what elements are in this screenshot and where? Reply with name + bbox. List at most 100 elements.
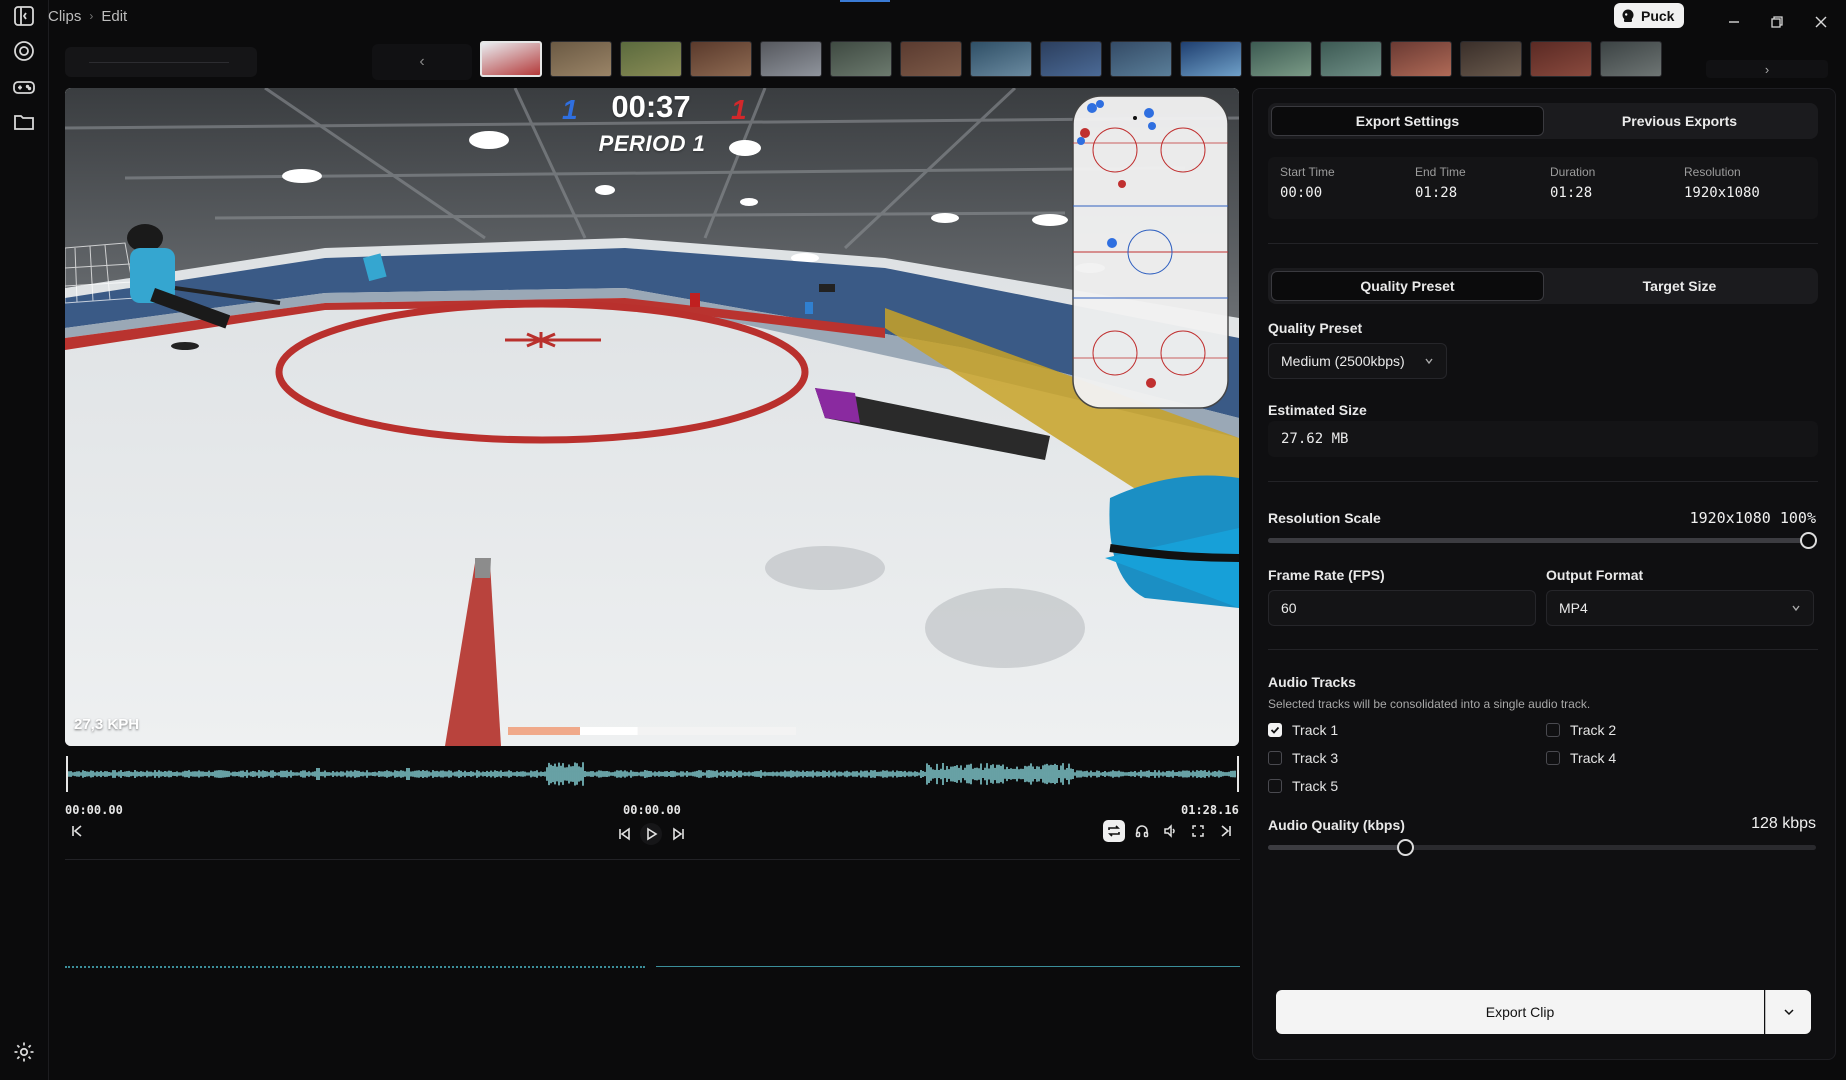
timeline-start-time: 00:00.00 bbox=[65, 803, 123, 817]
clip-name-field[interactable] bbox=[65, 47, 257, 77]
clip-info: Start Time 00:00 End Time 01:28 Duration… bbox=[1268, 157, 1818, 219]
settings-gear-icon[interactable] bbox=[12, 1040, 36, 1064]
track-3-checkbox[interactable]: Track 3 bbox=[1268, 750, 1338, 766]
video-frame bbox=[65, 88, 1239, 746]
tab-previous-exports[interactable]: Previous Exports bbox=[1544, 106, 1815, 136]
user-badge-label: Puck bbox=[1641, 7, 1675, 24]
clip-thumbnail[interactable] bbox=[1250, 41, 1312, 77]
fullscreen-icon[interactable] bbox=[1187, 820, 1209, 842]
user-badge[interactable]: Puck bbox=[1614, 3, 1685, 28]
headphones-icon[interactable] bbox=[1131, 820, 1153, 842]
clip-thumbnail[interactable] bbox=[900, 41, 962, 77]
track-segment[interactable] bbox=[656, 966, 1240, 967]
jump-to-end-icon[interactable] bbox=[1215, 820, 1237, 842]
breadcrumb-current: Edit bbox=[101, 7, 128, 25]
active-indicator bbox=[840, 0, 890, 2]
gamepad-icon[interactable] bbox=[12, 75, 36, 99]
toggle-sidebar-icon[interactable] bbox=[12, 4, 36, 28]
clip-thumbnail[interactable] bbox=[550, 41, 612, 77]
clip-thumbnail[interactable] bbox=[970, 41, 1032, 77]
chevron-down-icon bbox=[1792, 605, 1800, 612]
mode-tabs: Quality Preset Target Size bbox=[1268, 268, 1818, 304]
info-resolution: Resolution 1920x1080 bbox=[1684, 165, 1760, 201]
track-2-checkbox[interactable]: Track 2 bbox=[1546, 722, 1616, 738]
audio-tracks-label: Audio Tracks bbox=[1268, 674, 1356, 690]
checkbox-box[interactable] bbox=[1546, 723, 1560, 737]
play-button[interactable] bbox=[640, 823, 662, 845]
restore-icon[interactable] bbox=[1764, 9, 1790, 35]
clip-thumbnail[interactable] bbox=[1390, 41, 1452, 77]
score-left: 1 bbox=[562, 94, 578, 125]
clip-thumbnail[interactable] bbox=[1110, 41, 1172, 77]
slider-handle[interactable] bbox=[1397, 839, 1414, 856]
period-label: PERIOD 1 bbox=[598, 131, 706, 156]
export-options-button[interactable] bbox=[1765, 990, 1811, 1034]
clip-thumbnail[interactable] bbox=[760, 41, 822, 77]
clip-thumbnail[interactable] bbox=[1040, 41, 1102, 77]
track-4-checkbox[interactable]: Track 4 bbox=[1546, 750, 1616, 766]
minimize-icon[interactable] bbox=[1721, 9, 1747, 35]
score-right: 1 bbox=[731, 94, 747, 125]
track-label: Track 2 bbox=[1570, 722, 1617, 738]
output-format-select[interactable]: MP4 bbox=[1546, 590, 1814, 626]
tab-quality-preset[interactable]: Quality Preset bbox=[1271, 271, 1544, 301]
clip-thumbnail[interactable] bbox=[1180, 41, 1242, 77]
breadcrumb-clips-link[interactable]: Clips bbox=[48, 8, 81, 25]
loop-toggle-icon[interactable] bbox=[1103, 820, 1125, 842]
resolution-scale-label: Resolution Scale bbox=[1268, 510, 1381, 526]
export-clip-button[interactable]: Export Clip bbox=[1276, 990, 1764, 1034]
record-icon[interactable] bbox=[12, 39, 36, 63]
info-value: 00:00 bbox=[1280, 185, 1323, 201]
clip-thumbnail[interactable] bbox=[480, 41, 542, 77]
audio-waveform[interactable] bbox=[65, 754, 1240, 794]
volume-icon[interactable] bbox=[1159, 820, 1181, 842]
clip-thumbnail[interactable] bbox=[690, 41, 752, 77]
thumbnail-strip bbox=[480, 41, 1662, 79]
checkbox-box[interactable] bbox=[1268, 723, 1282, 737]
tab-export-settings[interactable]: Export Settings bbox=[1271, 106, 1544, 136]
info-duration: Duration 01:28 bbox=[1550, 165, 1595, 201]
skip-back-icon[interactable] bbox=[613, 823, 635, 845]
checkbox-box[interactable] bbox=[1268, 751, 1282, 765]
jump-to-start-icon[interactable] bbox=[66, 820, 88, 842]
quality-preset-select[interactable]: Medium (2500kbps) bbox=[1268, 343, 1447, 379]
audio-quality-label: Audio Quality (kbps) bbox=[1268, 817, 1405, 833]
skip-forward-icon[interactable] bbox=[668, 823, 690, 845]
clip-thumbnail[interactable] bbox=[620, 41, 682, 77]
tab-target-size[interactable]: Target Size bbox=[1544, 271, 1815, 301]
resolution-scale-value: 1920x1080 100% bbox=[1689, 509, 1816, 527]
breadcrumb: Clips › Edit bbox=[48, 6, 127, 26]
track-1-checkbox[interactable]: Track 1 bbox=[1268, 722, 1338, 738]
clip-thumbnail[interactable] bbox=[830, 41, 892, 77]
checkbox-box[interactable] bbox=[1546, 751, 1560, 765]
info-end-time: End Time 01:28 bbox=[1415, 165, 1466, 201]
track-5-checkbox[interactable]: Track 5 bbox=[1268, 778, 1338, 794]
game-clock: 00:37 bbox=[611, 89, 691, 124]
frame-rate-input[interactable]: 60 bbox=[1268, 590, 1536, 626]
track-label: Track 3 bbox=[1292, 750, 1339, 766]
left-rail bbox=[0, 0, 49, 1080]
thumbnails-next-button[interactable]: › bbox=[1706, 60, 1828, 78]
panel-tabs: Export Settings Previous Exports bbox=[1268, 103, 1818, 139]
track-segment[interactable] bbox=[65, 966, 645, 968]
info-label: Resolution bbox=[1684, 165, 1741, 179]
chevron-right-icon: › bbox=[89, 9, 94, 23]
slider-handle[interactable] bbox=[1800, 532, 1817, 549]
info-start-time: Start Time 00:00 bbox=[1280, 165, 1335, 201]
checkbox-box[interactable] bbox=[1268, 779, 1282, 793]
thumbnails-prev-button[interactable]: ‹ bbox=[372, 44, 472, 80]
close-icon[interactable] bbox=[1808, 9, 1834, 35]
estimated-size-label: Estimated Size bbox=[1268, 402, 1367, 418]
resolution-scale-slider[interactable] bbox=[1268, 532, 1817, 549]
clip-thumbnail[interactable] bbox=[1320, 41, 1382, 77]
video-player[interactable] bbox=[65, 88, 1239, 746]
track-label: Track 5 bbox=[1292, 778, 1339, 794]
folder-icon[interactable] bbox=[12, 110, 36, 134]
clip-thumbnail[interactable] bbox=[1600, 41, 1662, 77]
info-label: Duration bbox=[1550, 165, 1596, 179]
clip-thumbnail[interactable] bbox=[1530, 41, 1592, 77]
slider-fill bbox=[1268, 845, 1405, 850]
audio-quality-slider[interactable] bbox=[1268, 839, 1816, 856]
clip-thumbnail[interactable] bbox=[1460, 41, 1522, 77]
audio-quality-value: 128 kbps bbox=[1751, 815, 1816, 832]
